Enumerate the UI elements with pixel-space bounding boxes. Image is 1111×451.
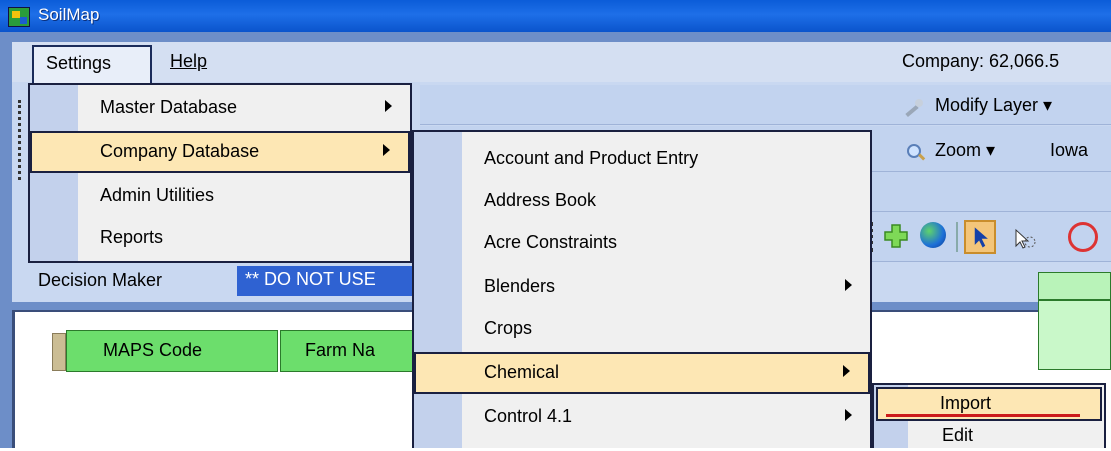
submenu-arrow-icon	[845, 409, 852, 421]
app-icon	[8, 7, 30, 27]
menu-item-crops[interactable]: Crops	[414, 308, 870, 350]
column-header-farm-name[interactable]: Farm Na	[280, 330, 420, 372]
globe-icon[interactable]	[920, 222, 946, 248]
settings-menu: Master Database Company Database Admin U…	[28, 83, 412, 263]
column-header-label: MAPS Code	[103, 340, 203, 360]
wrench-icon	[905, 99, 923, 118]
menu-item-company-database[interactable]: Company Database	[30, 131, 410, 173]
magnifier-icon	[907, 144, 926, 161]
zoom-button[interactable]: Zoom ▾	[935, 140, 995, 161]
menu-settings[interactable]: Settings	[32, 45, 152, 83]
pointer-icon[interactable]	[964, 220, 996, 254]
menu-item-acre-constraints[interactable]: Acre Constraints	[414, 222, 870, 264]
select-icon[interactable]	[1010, 226, 1038, 252]
submenu-arrow-icon	[845, 279, 852, 291]
menu-item-label: Crops	[484, 318, 533, 338]
menu-item-master-database[interactable]: Master Database	[30, 87, 410, 129]
menu-item-blenders[interactable]: Blenders	[414, 266, 870, 308]
menu-settings-label: Settings	[46, 53, 112, 73]
menu-item-label: Chemical	[484, 362, 560, 382]
toolbar-grip[interactable]	[18, 100, 22, 180]
menu-item-label: Acre Constraints	[484, 232, 618, 252]
menu-item-edit[interactable]: Edit	[874, 421, 1104, 451]
pin-icon[interactable]	[52, 333, 66, 371]
annotation-underline	[886, 414, 1080, 417]
submenu-arrow-icon	[843, 365, 850, 377]
menu-item-label: Admin Utilities	[100, 185, 215, 205]
menu-item-label: Import	[940, 393, 992, 413]
menu-item-label: Address Book	[484, 190, 597, 210]
title-bar	[0, 0, 1111, 32]
submenu-arrow-icon	[383, 144, 390, 156]
decision-maker-label: Decision Maker	[38, 270, 163, 290]
menu-item-account-product-entry[interactable]: Account and Product Entry	[414, 138, 870, 180]
decision-maker-select[interactable]: ** DO NOT USE	[237, 266, 417, 296]
company-status: Company: 62,066.5	[902, 51, 1060, 71]
menu-item-label: Blenders	[484, 276, 556, 296]
menu-item-reports[interactable]: Reports	[30, 217, 410, 259]
content-border	[12, 310, 15, 448]
menu-help[interactable]: Help	[170, 51, 207, 72]
company-database-menu: Account and Product Entry Address Book A…	[412, 130, 872, 448]
menu-item-label: Edit	[942, 425, 974, 445]
grid-cell	[1038, 300, 1111, 370]
menu-item-label: Company Database	[100, 141, 260, 161]
column-header-label: Farm Na	[305, 340, 376, 360]
modify-layer-button[interactable]: Modify Layer ▾	[935, 95, 1052, 116]
column-header-maps-code[interactable]: MAPS Code	[66, 330, 278, 372]
menu-item-label: Control 4.1	[484, 406, 573, 426]
menu-item-label: Account and Product Entry	[484, 148, 699, 168]
toolbar-separator	[956, 222, 958, 252]
menu-item-label: Reports	[100, 227, 164, 247]
menu-item-chemical[interactable]: Chemical	[414, 352, 870, 394]
add-icon[interactable]	[882, 222, 910, 250]
window-title: SoilMap	[38, 5, 100, 24]
grid-header-cell	[1038, 272, 1111, 300]
stop-icon[interactable]	[1068, 222, 1098, 252]
menu-item-label: Master Database	[100, 97, 238, 117]
menu-item-address-book[interactable]: Address Book	[414, 180, 870, 222]
state-selector[interactable]: Iowa	[1050, 140, 1088, 161]
menu-item-admin-utilities[interactable]: Admin Utilities	[30, 175, 410, 217]
submenu-arrow-icon	[385, 100, 392, 112]
menu-item-control-4-1[interactable]: Control 4.1	[414, 396, 870, 438]
